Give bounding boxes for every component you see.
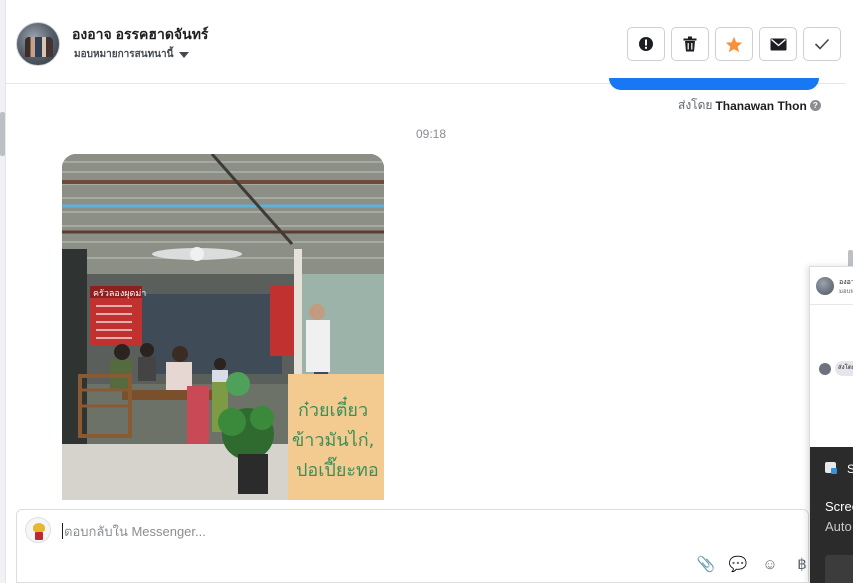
alert-icon <box>639 37 653 51</box>
star-icon <box>725 36 743 52</box>
contact-avatar[interactable] <box>16 22 60 66</box>
reply-composer: 📎 💬 ☺ ฿ <box>16 509 809 583</box>
trophy-base <box>35 532 43 540</box>
avatar-photo <box>25 37 53 57</box>
trophy-icon <box>33 523 45 532</box>
trash-icon <box>683 36 697 52</box>
star-button[interactable] <box>715 27 753 61</box>
snipping-tool-icon <box>825 462 837 474</box>
assign-conversation-dropdown[interactable]: มอบหมายการสนทนานี้ <box>74 47 190 62</box>
assign-label: มอบหมายการสนทนานี้ <box>74 49 174 60</box>
emoji-icon[interactable]: ☺ <box>760 554 780 574</box>
notification-body: Auto <box>825 519 852 534</box>
saved-replies-icon[interactable]: 💬 <box>728 554 748 574</box>
header-actions <box>627 27 841 61</box>
inbox-conversation-view: องอาจ อรรคฮาดจันทร์ มอบหมายการสนทนานี้ ส… <box>0 0 853 583</box>
sign-line-1: ก๋วยเตี๋ยว <box>298 396 368 421</box>
sent-by-name: Thanawan Thon <box>715 98 807 113</box>
help-icon[interactable]: ? <box>809 100 821 111</box>
contact-name[interactable]: องอาจ อรรคฮาดจันทร์ <box>72 24 208 46</box>
left-scrollbar[interactable] <box>0 0 6 583</box>
notification-action-button[interactable] <box>825 555 853 583</box>
notification-title: Scree <box>825 499 853 514</box>
envelope-icon <box>770 38 786 50</box>
panel-contact-avatar[interactable] <box>816 277 834 295</box>
reply-input[interactable] <box>64 521 564 541</box>
my-page-avatar <box>25 517 51 543</box>
sent-by-line: ส่งโดย Thanawan Thon ? <box>678 96 821 115</box>
shared-photo[interactable]: ครัวลองผุดม่า ก๋วยเตี๋ยว ข้าวมันไก่, ปอเ… <box>62 154 384 500</box>
attach-icon[interactable]: 📎 <box>696 554 716 574</box>
message-timestamp: 09:18 <box>416 127 447 141</box>
sent-by-prefix: ส่งโดย <box>678 98 713 112</box>
screenshot-notification[interactable]: S Scree Auto <box>810 447 853 583</box>
side-chat-panel: องอา มอบหมา ส่งโดย S Scree Auto <box>809 266 853 583</box>
panel-assign-label: มอบหมา <box>839 289 853 295</box>
caret-down-icon <box>179 51 190 58</box>
sign-line-3: ปอเปี๊ยะทอ <box>296 456 379 481</box>
menu-board-label: ครัวลองผุดม่า <box>93 289 146 299</box>
conversation-header: องอาจ อรรคฮาดจันทร์ มอบหมายการสนทนานี้ <box>6 6 846 84</box>
mark-done-button[interactable] <box>803 27 841 61</box>
report-button[interactable] <box>627 27 665 61</box>
outgoing-message-bubble[interactable] <box>609 78 819 90</box>
delete-button[interactable] <box>671 27 709 61</box>
panel-divider <box>810 304 853 305</box>
composer-tools: 📎 💬 ☺ ฿ <box>696 554 812 574</box>
sign-line-2: ข้าวมันไก่, <box>292 429 374 451</box>
restaurant-photo-illustration: ครัวลองผุดม่า ก๋วยเตี๋ยว ข้าวมันไก่, ปอเ… <box>62 154 384 500</box>
panel-message-chip: ส่งโดย <box>835 361 853 376</box>
left-scrollbar-thumb[interactable] <box>0 112 5 156</box>
text-cursor <box>62 523 63 539</box>
check-icon <box>814 38 830 50</box>
mark-unread-button[interactable] <box>759 27 797 61</box>
notification-app-label: S <box>847 462 853 476</box>
panel-message-avatar <box>819 363 831 375</box>
